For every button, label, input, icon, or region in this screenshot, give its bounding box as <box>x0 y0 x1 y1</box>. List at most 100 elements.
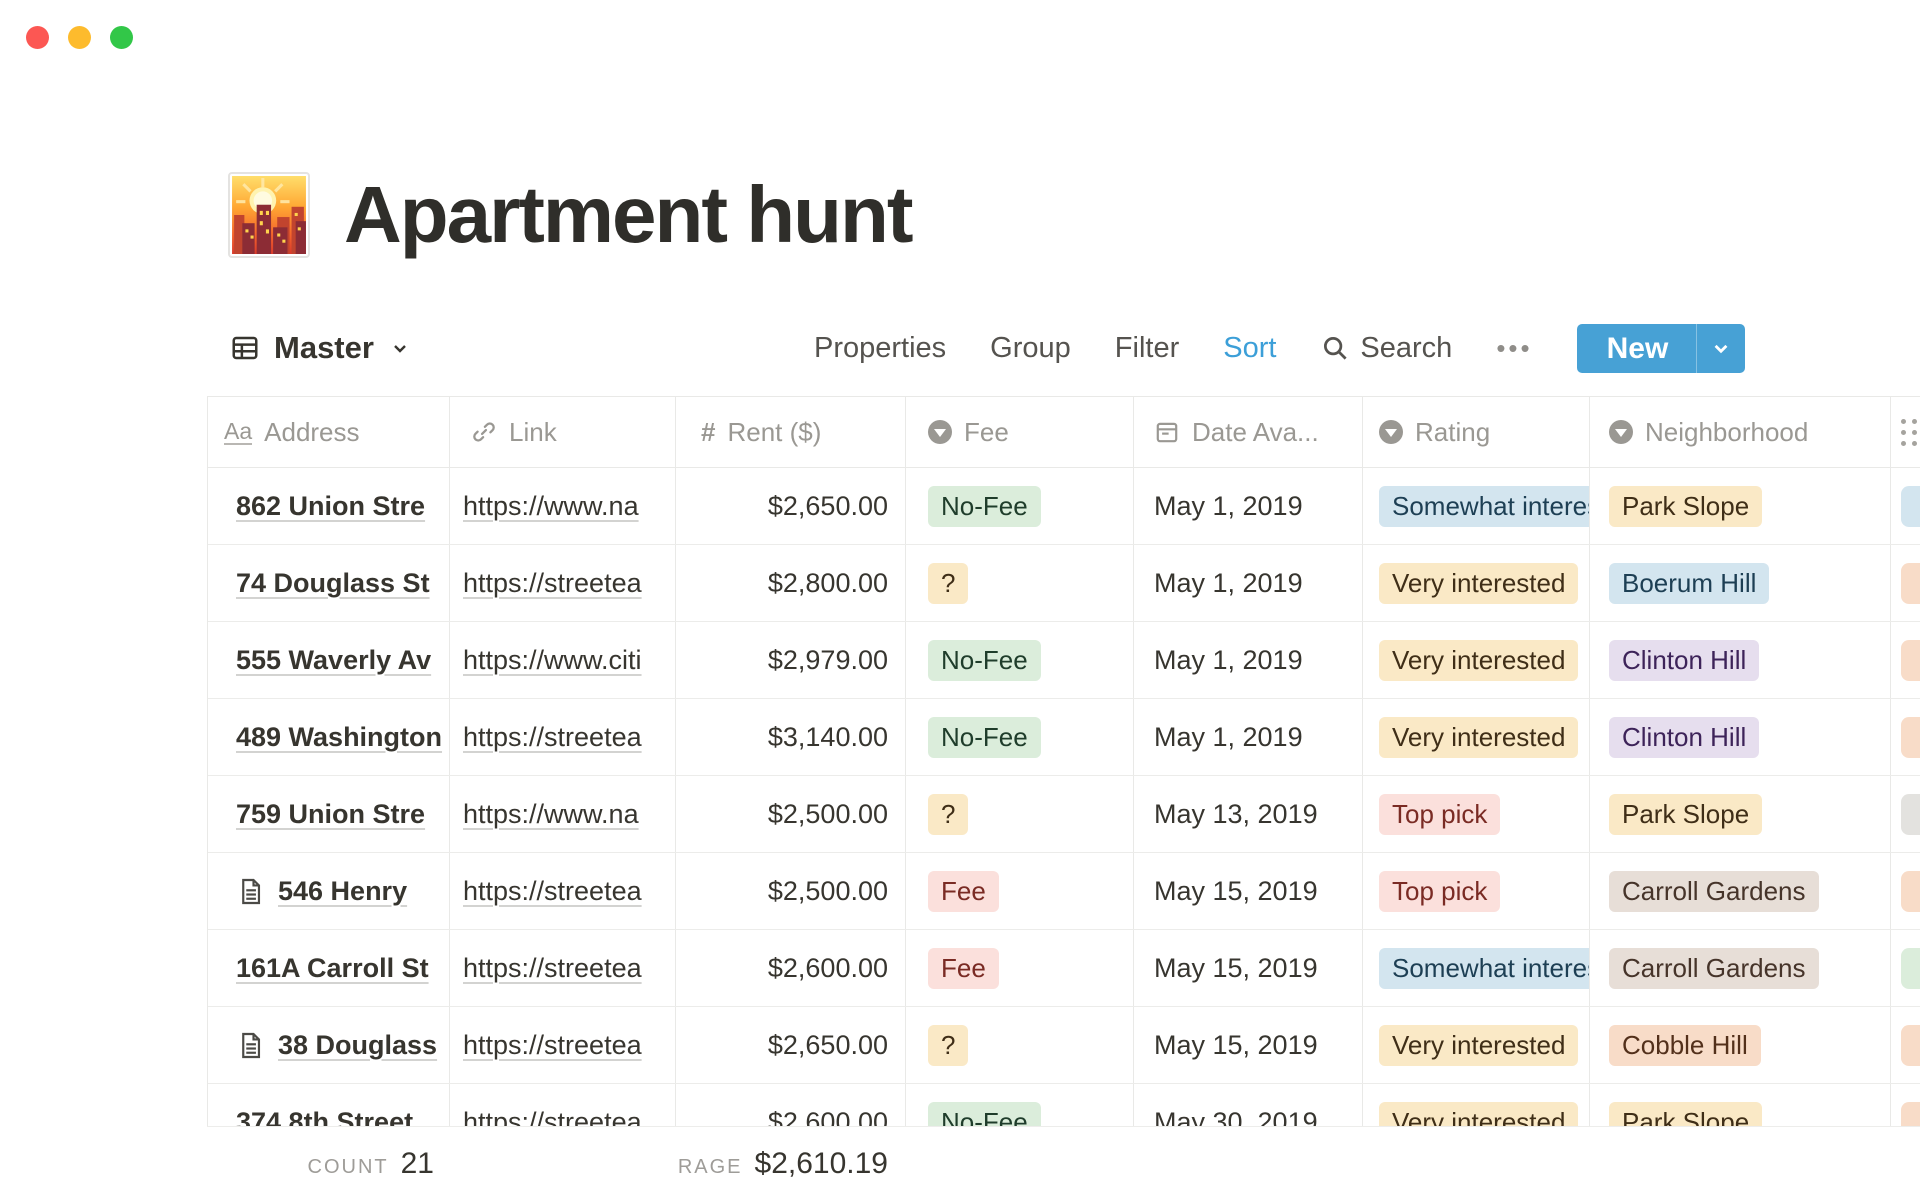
fee-badge[interactable]: No-Fee <box>928 717 1041 758</box>
fee-badge[interactable]: ? <box>928 563 968 604</box>
column-header-rating[interactable]: Rating <box>1363 397 1590 467</box>
table-footer-calculations: COUNT 21 RAGE $2,610.19 <box>207 1126 1920 1200</box>
new-button[interactable]: New <box>1577 324 1746 373</box>
rating-badge[interactable]: Very interested <box>1379 1025 1578 1066</box>
truncated-badge[interactable] <box>1901 871 1920 912</box>
address-cell[interactable]: 74 Douglass St <box>236 568 430 599</box>
count-calculation[interactable]: COUNT 21 <box>207 1147 449 1181</box>
link-cell[interactable]: https://www.na <box>463 491 639 522</box>
average-value: $2,610.19 <box>755 1147 888 1181</box>
fee-badge[interactable]: No-Fee <box>928 640 1041 681</box>
page-title[interactable]: Apartment hunt <box>344 175 912 255</box>
address-cell[interactable]: 489 Washington <box>236 722 442 753</box>
address-cell[interactable]: 38 Douglass <box>278 1030 437 1061</box>
truncated-badge[interactable] <box>1901 640 1920 681</box>
rating-badge[interactable]: Very interested <box>1379 1102 1578 1127</box>
truncated-badge[interactable] <box>1901 794 1920 835</box>
fee-badge[interactable]: Fee <box>928 871 999 912</box>
truncated-badge[interactable] <box>1901 1102 1920 1127</box>
page-icon <box>236 1031 265 1060</box>
link-cell[interactable]: https://streetea <box>463 953 642 984</box>
average-calculation[interactable]: RAGE $2,610.19 <box>675 1147 905 1181</box>
rent-cell: $3,140.00 <box>768 722 888 753</box>
search-icon <box>1320 333 1350 363</box>
view-switcher[interactable]: Master <box>230 324 412 372</box>
date-cell: May 15, 2019 <box>1154 1030 1318 1061</box>
address-cell[interactable]: 759 Union Stre <box>236 799 425 830</box>
fee-badge[interactable]: ? <box>928 1025 968 1066</box>
truncated-badge[interactable] <box>1901 948 1920 989</box>
neighborhood-badge[interactable]: Park Slope <box>1609 1102 1762 1127</box>
column-header-truncated[interactable] <box>1891 397 1920 467</box>
fee-badge[interactable]: No-Fee <box>928 486 1041 527</box>
link-cell[interactable]: https://streetea <box>463 1030 642 1061</box>
truncated-badge[interactable] <box>1901 1025 1920 1066</box>
truncated-badge[interactable] <box>1901 486 1920 527</box>
sort-button[interactable]: Sort <box>1223 332 1276 365</box>
new-button-label[interactable]: New <box>1577 324 1697 373</box>
rating-badge[interactable]: Top pick <box>1379 871 1500 912</box>
address-cell[interactable]: 555 Waverly Av <box>236 645 431 676</box>
rating-badge[interactable]: Very interested <box>1379 563 1578 604</box>
sunset-city-illustration <box>232 176 306 254</box>
table-row: 38 Douglass https://streetea $2,650.00 ?… <box>208 1007 1920 1084</box>
address-cell[interactable]: 161A Carroll St <box>236 953 429 984</box>
link-cell[interactable]: https://www.na <box>463 799 639 830</box>
fee-badge[interactable]: No-Fee <box>928 1102 1041 1127</box>
truncated-badge[interactable] <box>1901 717 1920 758</box>
average-label: RAGE <box>678 1156 743 1179</box>
date-cell: May 1, 2019 <box>1154 645 1303 676</box>
neighborhood-badge[interactable]: Boerum Hill <box>1609 563 1769 604</box>
link-cell[interactable]: https://www.citi <box>463 645 642 676</box>
table-view-icon <box>230 333 260 363</box>
more-options-button[interactable]: ••• <box>1496 333 1532 364</box>
group-button[interactable]: Group <box>990 332 1071 365</box>
column-header-neighborhood[interactable]: Neighborhood <box>1590 397 1891 467</box>
neighborhood-badge[interactable]: Park Slope <box>1609 486 1762 527</box>
title-property-icon: Aa <box>224 419 252 445</box>
minimize-window-button[interactable] <box>68 26 91 49</box>
search-button[interactable]: Search <box>1320 332 1452 365</box>
neighborhood-badge[interactable]: Park Slope <box>1609 794 1762 835</box>
count-label: COUNT <box>308 1156 389 1179</box>
truncated-badge[interactable] <box>1901 563 1920 604</box>
address-cell[interactable]: 546 Henry <box>278 876 407 907</box>
rating-badge[interactable]: Very interested <box>1379 640 1578 681</box>
close-window-button[interactable] <box>26 26 49 49</box>
address-cell[interactable]: 374 8th Street <box>236 1107 413 1127</box>
table-row: 374 8th Street https://streetea $2,600.0… <box>208 1084 1920 1126</box>
link-cell[interactable]: https://streetea <box>463 568 642 599</box>
neighborhood-badge[interactable]: Carroll Gardens <box>1609 871 1819 912</box>
column-header-address[interactable]: Aa Address <box>208 397 450 467</box>
table-row: 546 Henry https://streetea $2,500.00 Fee… <box>208 853 1920 930</box>
date-cell: May 1, 2019 <box>1154 568 1303 599</box>
rating-badge[interactable]: Somewhat interested <box>1379 486 1590 527</box>
address-cell[interactable]: 862 Union Stre <box>236 491 425 522</box>
page-emoji-cityscape-sunset-icon[interactable] <box>228 172 310 258</box>
rating-badge[interactable]: Top pick <box>1379 794 1500 835</box>
date-cell: May 30, 2019 <box>1154 1107 1318 1127</box>
column-header-rent[interactable]: # Rent ($) <box>676 397 906 467</box>
rating-badge[interactable]: Very interested <box>1379 717 1578 758</box>
fee-badge[interactable]: ? <box>928 794 968 835</box>
neighborhood-badge[interactable]: Clinton Hill <box>1609 717 1759 758</box>
filter-button[interactable]: Filter <box>1115 332 1179 365</box>
properties-button[interactable]: Properties <box>814 332 946 365</box>
database-table: Aa Address Link # Rent ($) F <box>207 396 1920 1126</box>
neighborhood-badge[interactable]: Cobble Hill <box>1609 1025 1761 1066</box>
select-property-icon <box>1609 420 1633 444</box>
column-header-fee[interactable]: Fee <box>906 397 1134 467</box>
fee-badge[interactable]: Fee <box>928 948 999 989</box>
url-property-icon <box>471 419 497 445</box>
date-property-icon <box>1154 419 1180 445</box>
chevron-down-icon[interactable] <box>1697 335 1745 361</box>
rating-badge[interactable]: Somewhat interested <box>1379 948 1590 989</box>
column-header-date-available[interactable]: Date Ava... <box>1134 397 1363 467</box>
neighborhood-badge[interactable]: Carroll Gardens <box>1609 948 1819 989</box>
neighborhood-badge[interactable]: Clinton Hill <box>1609 640 1759 681</box>
column-header-link[interactable]: Link <box>450 397 676 467</box>
link-cell[interactable]: https://streetea <box>463 722 642 753</box>
zoom-window-button[interactable] <box>110 26 133 49</box>
link-cell[interactable]: https://streetea <box>463 876 642 907</box>
link-cell[interactable]: https://streetea <box>463 1107 642 1127</box>
